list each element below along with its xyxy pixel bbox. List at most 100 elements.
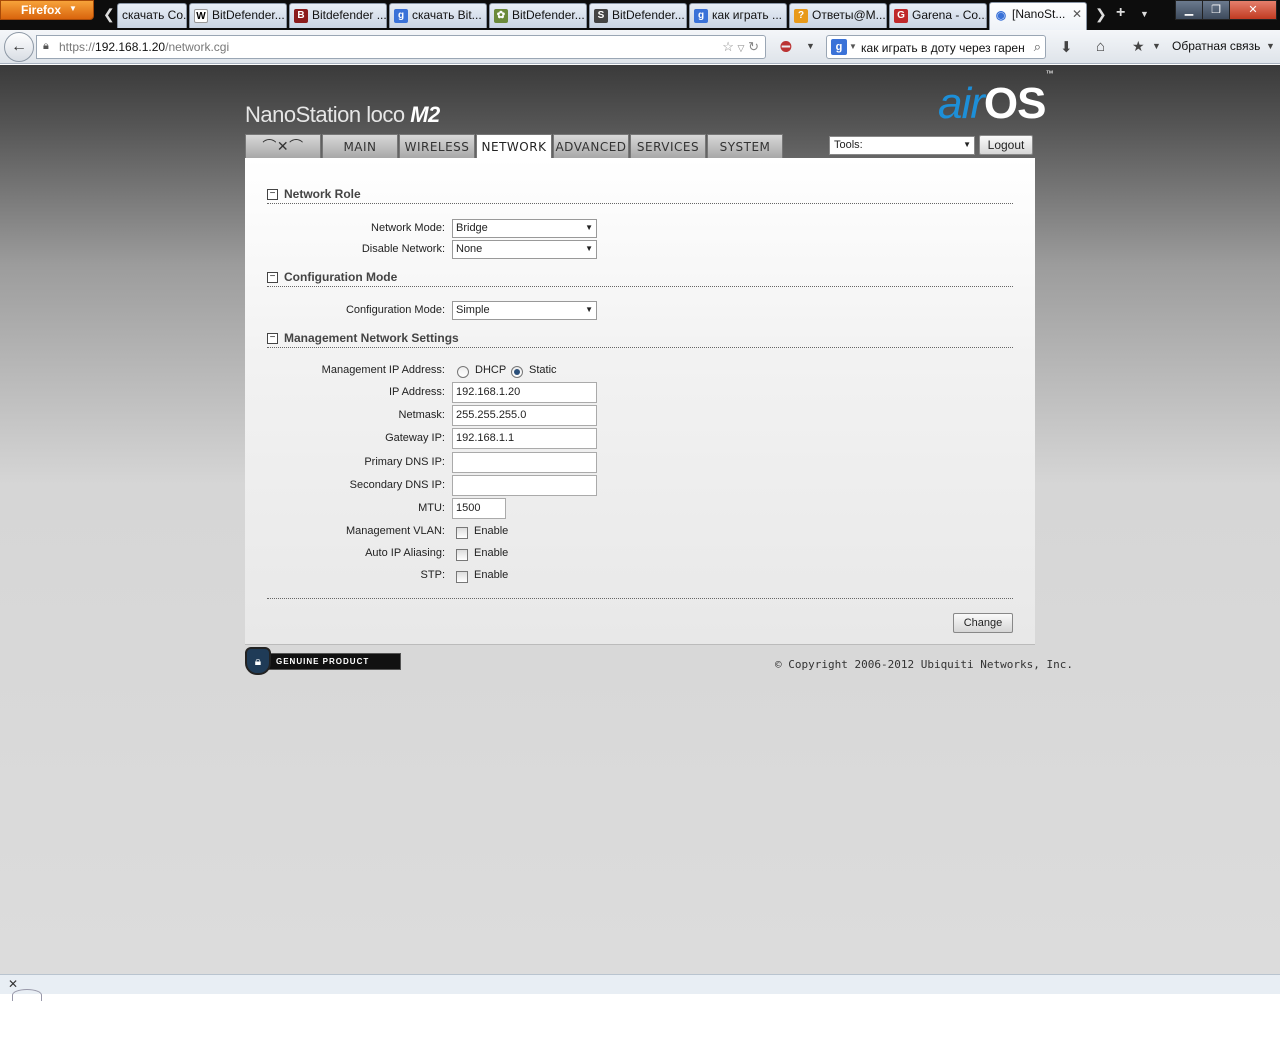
tab-label: SYSTEM	[719, 140, 771, 154]
browser-tab[interactable]: скачать Co...	[117, 3, 187, 28]
site-s-icon: S	[594, 9, 608, 23]
gateway-field[interactable]: 192.168.1.1	[452, 428, 597, 449]
browser-tab[interactable]: ? Ответы@M...	[789, 3, 887, 28]
google-icon: g	[694, 9, 708, 23]
browser-tab[interactable]: ✿ BitDefender...	[489, 3, 587, 28]
browser-tab[interactable]: W BitDefender...	[189, 3, 287, 28]
search-bar[interactable]: g ▼ как играть в доту через гарену ⌕	[826, 35, 1046, 59]
wikipedia-icon: W	[194, 9, 208, 23]
browser-tab[interactable]: B Bitdefender ...	[289, 3, 387, 28]
configuration-mode-select[interactable]: Simple ▼	[452, 301, 597, 320]
back-button[interactable]: ←	[4, 32, 34, 62]
section-title: Management Network Settings	[284, 331, 459, 345]
chevron-down-icon: ▼	[585, 244, 593, 253]
bookmarks-dropdown-icon[interactable]: ▼	[1152, 41, 1161, 51]
auto-ip-aliasing-checkbox[interactable]	[456, 549, 468, 561]
home-icon[interactable]: ⌂	[1096, 38, 1105, 55]
arrow-left-icon: ←	[11, 38, 27, 55]
browser-tab[interactable]: g скачать Bit...	[389, 3, 487, 28]
maximize-icon[interactable]: ❐	[1202, 0, 1230, 20]
ubiquiti-antenna-icon: ⌒✕⌒	[262, 139, 304, 155]
tabs-scroll-right-icon[interactable]: ❯	[1095, 6, 1107, 23]
firefox-menu-button[interactable]: Firefox ▼	[0, 0, 94, 20]
downloads-icon[interactable]: ⬇	[1060, 38, 1073, 56]
stp-enable-label: Enable	[474, 569, 509, 581]
address-bar[interactable]: 🔒︎ https://192.168.1.20/network.cgi ☆ ▽ …	[36, 35, 766, 59]
search-input[interactable]: как играть в доту через гарену	[861, 41, 1025, 55]
close-window-icon[interactable]: ✕	[1229, 0, 1277, 20]
collapse-icon[interactable]: −	[267, 272, 278, 283]
disable-network-label: Disable Network:	[361, 243, 445, 255]
change-button[interactable]: Change	[953, 613, 1013, 633]
dhcp-label: DHCP	[475, 364, 507, 376]
management-vlan-checkbox[interactable]	[456, 527, 468, 539]
netmask-field[interactable]: 255.255.255.0	[452, 405, 597, 426]
browser-tab-active[interactable]: ◉ [NanoSt... ✕	[989, 2, 1087, 30]
disable-network-select[interactable]: None ▼	[452, 240, 597, 259]
tab-services[interactable]: SERVICES	[630, 134, 706, 158]
tab-label: MAIN	[343, 140, 377, 154]
tab-label: ADVANCED	[555, 140, 627, 154]
close-tab-icon[interactable]: ✕	[1072, 7, 1082, 21]
feedback-button[interactable]: Обратная связь	[1172, 39, 1260, 53]
tab-label: BitDefender...	[612, 8, 685, 22]
reload-icon[interactable]: ↻	[748, 39, 759, 54]
close-addon-bar-icon[interactable]: ✕	[8, 977, 18, 991]
tab-advanced[interactable]: ADVANCED	[553, 134, 629, 158]
bookmarks-icon[interactable]: ★	[1132, 38, 1145, 55]
search-engine-dropdown-icon[interactable]: ▼	[849, 42, 857, 51]
logout-button[interactable]: Logout	[979, 135, 1033, 155]
tab-label: SERVICES	[636, 140, 700, 154]
tab-system[interactable]: SYSTEM	[707, 134, 783, 158]
airos-logo: airOS™	[938, 69, 1053, 129]
section-title: Configuration Mode	[284, 270, 398, 284]
copyright-text: © Copyright 2006-2012 Ubiquiti Networks,…	[775, 658, 1074, 671]
feedback-dropdown-icon[interactable]: ▼	[1266, 41, 1275, 51]
network-mode-select[interactable]: Bridge ▼	[452, 219, 597, 238]
secondary-dns-field[interactable]	[452, 475, 597, 496]
management-vlan-enable-label: Enable	[474, 525, 509, 537]
product-model: M2	[410, 102, 440, 127]
answers-icon: ?	[794, 9, 808, 23]
product-name: NanoStation loco	[245, 102, 405, 127]
primary-dns-field[interactable]	[452, 452, 597, 473]
network-settings-panel: − Network Role Network Mode: Bridge ▼ Dis…	[245, 158, 1035, 645]
browser-tab[interactable]: S BitDefender...	[589, 3, 687, 28]
google-search-engine-icon[interactable]: g	[831, 39, 847, 55]
static-radio[interactable]	[511, 366, 523, 378]
mtu-field[interactable]: 1500	[452, 498, 506, 519]
browser-tab-bar: Firefox ▼ ❮ скачать Co... W BitDefender...…	[0, 0, 1280, 30]
tabs-scroll-left-icon[interactable]: ❮	[103, 6, 115, 23]
chevron-down-icon: ▼	[585, 223, 593, 232]
section-title: Network Role	[284, 187, 361, 201]
collapse-icon[interactable]: −	[267, 333, 278, 344]
url-scheme: https://	[59, 40, 96, 54]
tools-dropdown[interactable]: Tools: ▼	[829, 136, 975, 155]
tab-ubiquiti-logo[interactable]: ⌒✕⌒	[245, 134, 321, 158]
addon-blocked-icon[interactable]: ⛔︎	[780, 38, 792, 55]
new-tab-icon[interactable]: +	[1116, 4, 1125, 22]
dhcp-radio[interactable]	[457, 366, 469, 378]
network-mode-label: Network Mode:	[371, 222, 445, 234]
search-icon[interactable]: ⌕	[1034, 39, 1041, 55]
network-mode-value: Bridge	[456, 222, 488, 234]
collapse-icon[interactable]: −	[267, 189, 278, 200]
tab-label: Garena - Co...	[912, 8, 987, 22]
tools-dropdown-value: Tools:	[834, 139, 863, 151]
browser-tab[interactable]: G Garena - Co...	[889, 3, 987, 28]
ip-address-field[interactable]: 192.168.1.20	[452, 382, 597, 403]
tab-wireless[interactable]: WIRELESS	[399, 134, 475, 158]
tab-network[interactable]: NETWORK	[476, 134, 552, 159]
stp-label: STP:	[420, 569, 445, 581]
minimize-icon[interactable]: ▁	[1175, 0, 1203, 20]
bookmark-star-icon[interactable]: ☆	[722, 39, 734, 54]
tab-main[interactable]: MAIN	[322, 134, 398, 158]
ip-address-label: IP Address:	[388, 386, 445, 398]
tab-label: NETWORK	[481, 140, 547, 154]
browser-tab[interactable]: g как играть ...	[689, 3, 787, 28]
stp-checkbox[interactable]	[456, 571, 468, 583]
mtu-label: MTU:	[418, 502, 445, 514]
url-dropdown-icon[interactable]: ▽	[738, 43, 745, 53]
addon-dropdown-icon[interactable]: ▼	[806, 41, 815, 51]
tab-list-icon[interactable]: ▼	[1140, 9, 1149, 19]
